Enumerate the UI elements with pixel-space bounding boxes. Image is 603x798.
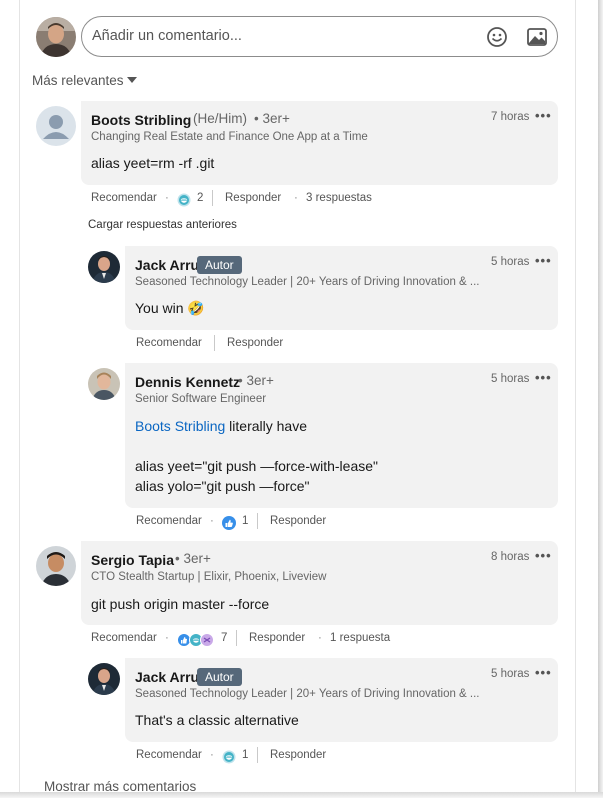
like-button[interactable]: Recomendar <box>136 337 202 349</box>
comment-actions: Recomendar · 7 Responder · 1 respuesta <box>91 630 491 650</box>
comment-actions: Recomendar · 2 Responder · 3 respuestas <box>91 190 491 210</box>
image-icon[interactable] <box>526 26 550 48</box>
like-reaction-icon[interactable] <box>222 516 236 533</box>
separator-dot: · <box>165 632 169 644</box>
comment-time: 7 horas <box>491 111 530 123</box>
like-button[interactable]: Recomendar <box>91 192 157 204</box>
reaction-count[interactable]: 1 <box>242 515 248 527</box>
comment-input[interactable] <box>92 25 472 47</box>
divider <box>257 513 258 529</box>
reply-code-line: alias yeet="git push —force-with-lease" <box>135 458 378 474</box>
sort-dropdown[interactable]: Más relevantes <box>32 73 137 88</box>
reply-bubble: Jack Arru Autor Seasoned Technology Lead… <box>125 246 558 330</box>
more-options-button[interactable]: ••• <box>535 665 552 680</box>
avatar[interactable] <box>88 251 120 283</box>
comment-bubble: Sergio Tapia • 3er+ CTO Stealth Startup … <box>81 541 558 625</box>
comment-text: alias yeet=rm -rf .git <box>91 155 215 171</box>
comment-author[interactable]: Boots Stribling <box>91 112 191 128</box>
caret-down-icon <box>126 77 137 83</box>
funny-reaction-icon[interactable] <box>222 750 236 767</box>
reply-actions: Recomendar Responder <box>136 335 436 355</box>
reply-text: You win 🤣 <box>135 300 205 316</box>
reply-author[interactable]: Jack Arru <box>135 669 199 685</box>
funny-reaction-icon[interactable] <box>177 193 191 210</box>
comment-bubble: Boots Stribling (He/Him) • 3er+ Changing… <box>81 101 558 185</box>
connection-degree: • 3er+ <box>175 551 211 566</box>
load-previous-replies[interactable]: Cargar respuestas anteriores <box>88 219 237 231</box>
emoji-icon[interactable] <box>486 26 510 48</box>
reactions-stack-icon[interactable] <box>177 633 217 650</box>
reply-text: Boots Stribling literally have <box>135 418 307 434</box>
mention-link[interactable]: Boots Stribling <box>135 418 225 434</box>
avatar[interactable] <box>36 546 76 586</box>
author-headline: Senior Software Engineer <box>135 393 267 405</box>
reply-time: 5 horas <box>491 256 530 268</box>
reply-author[interactable]: Dennis Kennetz <box>135 374 240 390</box>
window-shadow <box>598 0 603 798</box>
author-headline: Seasoned Technology Leader | 20+ Years o… <box>135 276 480 288</box>
reply-text-rest: literally have <box>225 418 307 434</box>
separator-dot: · <box>210 749 214 761</box>
reaction-count[interactable]: 2 <box>197 192 203 204</box>
avatar[interactable] <box>88 368 120 400</box>
author-headline: Seasoned Technology Leader | 20+ Years o… <box>135 688 480 700</box>
comment-composer[interactable] <box>81 16 558 57</box>
reply-actions: Recomendar · 1 Responder <box>136 747 436 767</box>
more-options-button[interactable]: ••• <box>535 548 552 563</box>
reaction-count[interactable]: 7 <box>221 632 227 644</box>
reply-button[interactable]: Responder <box>227 337 283 349</box>
separator-dot: · <box>318 632 322 644</box>
sort-label: Más relevantes <box>32 73 124 88</box>
author-headline: Changing Real Estate and Finance One App… <box>91 131 368 143</box>
current-user-avatar[interactable] <box>36 17 76 57</box>
more-options-button[interactable]: ••• <box>535 253 552 268</box>
connection-degree: • 3er+ <box>238 373 274 388</box>
author-badge: Autor <box>197 668 242 686</box>
separator-dot: · <box>165 192 169 204</box>
divider <box>214 335 215 351</box>
reply-button[interactable]: Responder <box>225 192 281 204</box>
divider <box>212 190 213 206</box>
separator-dot: · <box>294 192 298 204</box>
like-button[interactable]: Recomendar <box>136 749 202 761</box>
avatar[interactable] <box>36 106 76 146</box>
author-pronouns: (He/Him) <box>193 111 247 126</box>
reply-author[interactable]: Jack Arru <box>135 257 199 273</box>
more-options-button[interactable]: ••• <box>535 370 552 385</box>
replies-count[interactable]: 1 respuesta <box>330 632 390 644</box>
reply-button[interactable]: Responder <box>249 632 305 644</box>
comment-text: git push origin master --force <box>91 596 270 612</box>
comment-time: 8 horas <box>491 551 530 563</box>
reply-time: 5 horas <box>491 668 530 680</box>
window-shadow <box>0 792 603 798</box>
divider <box>257 747 258 763</box>
reply-actions: Recomendar · 1 Responder <box>136 513 436 533</box>
connection-degree: • 3er+ <box>254 111 290 126</box>
reaction-count[interactable]: 1 <box>242 749 248 761</box>
reply-code-line: alias yolo="git push —force" <box>135 478 310 494</box>
reply-text: That's a classic alternative <box>135 712 299 728</box>
divider <box>236 630 237 646</box>
like-button[interactable]: Recomendar <box>91 632 157 644</box>
replies-count[interactable]: 3 respuestas <box>306 192 372 204</box>
more-options-button[interactable]: ••• <box>535 108 552 123</box>
reply-button[interactable]: Responder <box>270 749 326 761</box>
reply-time: 5 horas <box>491 373 530 385</box>
comment-author[interactable]: Sergio Tapia <box>91 552 174 568</box>
reply-bubble: Jack Arru Autor Seasoned Technology Lead… <box>125 658 558 742</box>
like-button[interactable]: Recomendar <box>136 515 202 527</box>
separator-dot: · <box>210 515 214 527</box>
reply-button[interactable]: Responder <box>270 515 326 527</box>
reply-bubble: Dennis Kennetz • 3er+ Senior Software En… <box>125 363 558 508</box>
author-headline: CTO Stealth Startup | Elixir, Phoenix, L… <box>91 571 327 583</box>
author-badge: Autor <box>197 256 242 274</box>
avatar[interactable] <box>88 663 120 695</box>
